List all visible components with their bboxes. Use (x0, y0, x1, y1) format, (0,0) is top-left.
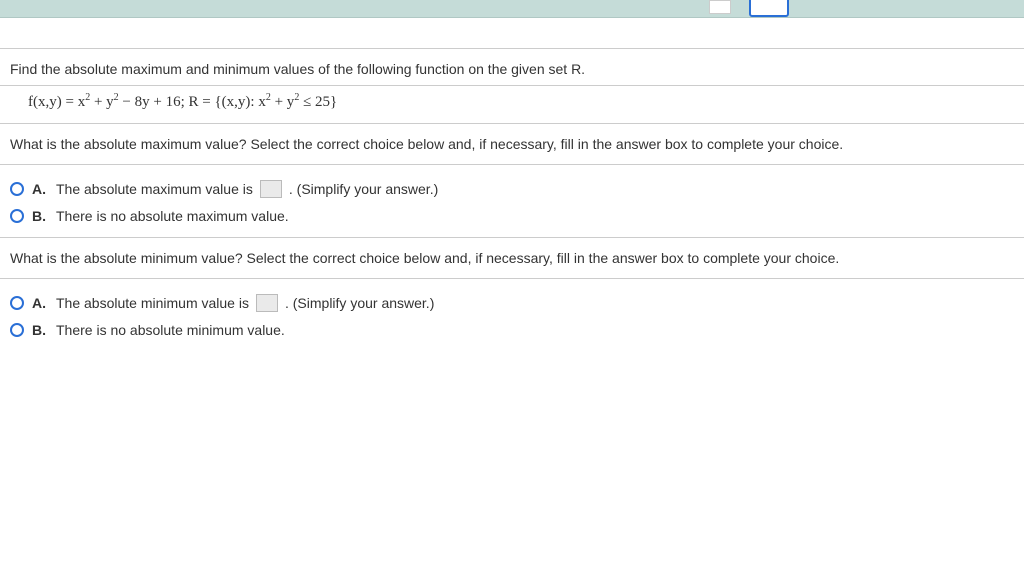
answer-input[interactable] (260, 180, 282, 198)
q2-prompt: What is the absolute minimum value? Sele… (0, 238, 1024, 279)
q2-prompt-text: What is the absolute minimum value? Sele… (10, 250, 839, 266)
eq-part: f(x,y) = x (28, 94, 85, 110)
q1-b-text: There is no absolute maximum value. (56, 208, 289, 224)
q2-choice-a[interactable]: A. The absolute minimum value is . (Simp… (10, 289, 1014, 317)
q2-a-post: . (Simplify your answer.) (285, 295, 434, 311)
eq-part: ≤ 25} (299, 94, 337, 110)
q1-a-pre: The absolute maximum value is (56, 181, 253, 197)
q2-choices: A. The absolute minimum value is . (Simp… (0, 279, 1024, 351)
question-content: Find the absolute maximum and minimum va… (0, 48, 1024, 351)
q1-a-post: . (Simplify your answer.) (289, 181, 438, 197)
eq-part: − 8y + 16; R = {(x,y): x (119, 94, 266, 110)
q2-a-text: The absolute minimum value is . (Simplif… (56, 294, 434, 312)
radio-icon[interactable] (10, 209, 24, 223)
q2-a-pre: The absolute minimum value is (56, 295, 249, 311)
choice-label-b: B. (32, 322, 48, 338)
q1-a-text: The absolute maximum value is . (Simplif… (56, 180, 438, 198)
radio-icon[interactable] (10, 296, 24, 310)
choice-label-b: B. (32, 208, 48, 224)
question-intro: Find the absolute maximum and minimum va… (0, 48, 1024, 86)
answer-input[interactable] (256, 294, 278, 312)
q1-choice-a[interactable]: A. The absolute maximum value is . (Simp… (10, 175, 1014, 203)
toolbar-button[interactable] (749, 0, 789, 17)
choice-label-a: A. (32, 295, 48, 311)
q1-prompt: What is the absolute maximum value? Sele… (0, 124, 1024, 165)
eq-part: + y (90, 94, 113, 110)
q2-choice-b[interactable]: B. There is no absolute minimum value. (10, 317, 1014, 343)
intro-text: Find the absolute maximum and minimum va… (10, 61, 585, 77)
top-toolbar (0, 0, 1024, 18)
choice-label-a: A. (32, 181, 48, 197)
radio-icon[interactable] (10, 182, 24, 196)
q1-choices: A. The absolute maximum value is . (Simp… (0, 165, 1024, 238)
radio-icon[interactable] (10, 323, 24, 337)
q1-prompt-text: What is the absolute maximum value? Sele… (10, 136, 843, 152)
q1-choice-b[interactable]: B. There is no absolute maximum value. (10, 203, 1014, 229)
equation: f(x,y) = x2 + y2 − 8y + 16; R = {(x,y): … (0, 86, 1024, 124)
toolbar-controls (709, 0, 789, 17)
eq-part: + y (271, 94, 294, 110)
q2-b-text: There is no absolute minimum value. (56, 322, 285, 338)
toolbar-field[interactable] (709, 0, 731, 14)
